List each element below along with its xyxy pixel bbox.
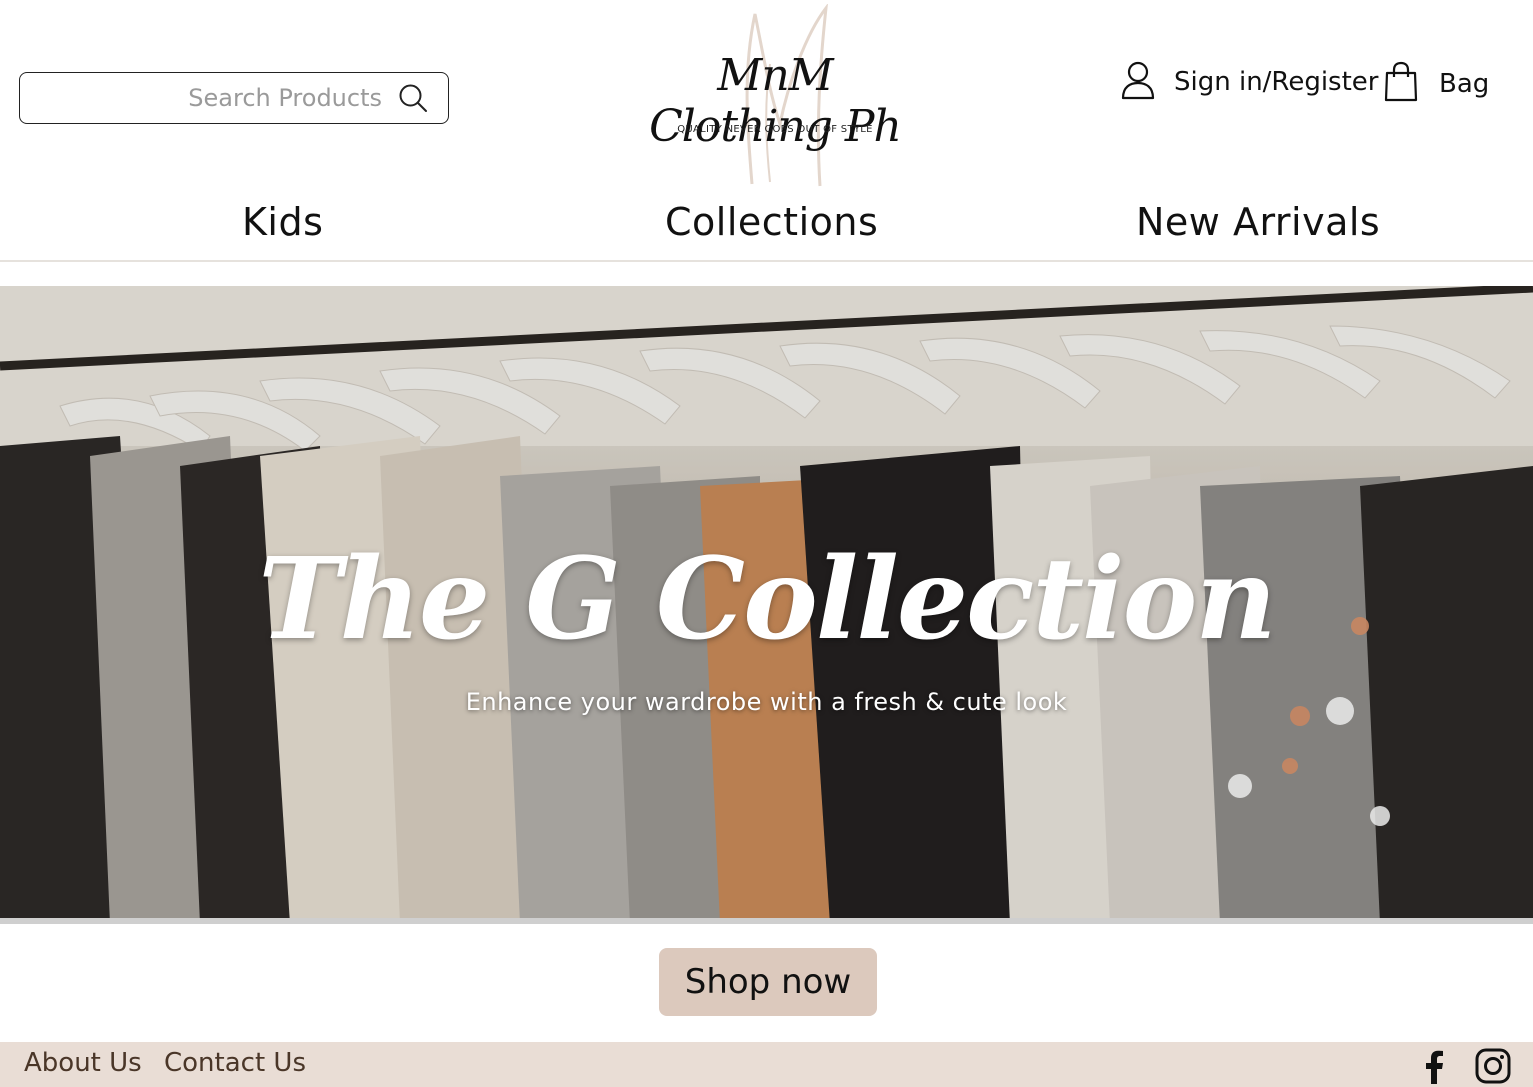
nav-item-new-arrivals[interactable]: New Arrivals bbox=[1136, 200, 1380, 244]
instagram-icon[interactable] bbox=[1475, 1048, 1511, 1084]
hero-divider bbox=[0, 918, 1533, 924]
site-header: MnM Clothing Ph QUALITY NEVER GOES OUT O… bbox=[0, 0, 1533, 190]
main-nav: Kids Collections New Arrivals bbox=[0, 190, 1533, 262]
sign-in-link[interactable]: Sign in/Register bbox=[1120, 60, 1378, 104]
footer-link-about-us[interactable]: About Us bbox=[24, 1048, 142, 1078]
search-box[interactable] bbox=[19, 72, 449, 124]
footer-link-contact-us[interactable]: Contact Us bbox=[164, 1048, 306, 1078]
bag-link[interactable]: Bag bbox=[1383, 61, 1490, 108]
sign-in-label: Sign in/Register bbox=[1174, 67, 1379, 97]
logo-wordmark: MnM Clothing Ph bbox=[649, 50, 902, 152]
hero-subtitle: Enhance your wardrobe with a fresh & cut… bbox=[465, 688, 1068, 716]
bag-label: Bag bbox=[1439, 69, 1490, 99]
hero-title: The G Collection bbox=[258, 534, 1276, 665]
search-icon[interactable] bbox=[398, 83, 428, 113]
search-input[interactable] bbox=[82, 84, 382, 112]
shopping-bag-icon bbox=[1383, 61, 1419, 108]
site-footer: About Us Contact Us bbox=[0, 1042, 1533, 1087]
nav-item-collections[interactable]: Collections bbox=[665, 200, 878, 244]
nav-item-kids[interactable]: Kids bbox=[242, 200, 323, 244]
facebook-icon[interactable] bbox=[1416, 1048, 1452, 1084]
brand-logo[interactable]: MnM Clothing Ph QUALITY NEVER GOES OUT O… bbox=[630, 4, 920, 190]
user-icon bbox=[1120, 60, 1156, 105]
shop-now-button[interactable]: Shop now bbox=[659, 948, 877, 1016]
hero-banner: The G Collection Enhance your wardrobe w… bbox=[0, 286, 1533, 924]
logo-tagline: QUALITY NEVER GOES OUT OF STYLE bbox=[677, 124, 873, 135]
